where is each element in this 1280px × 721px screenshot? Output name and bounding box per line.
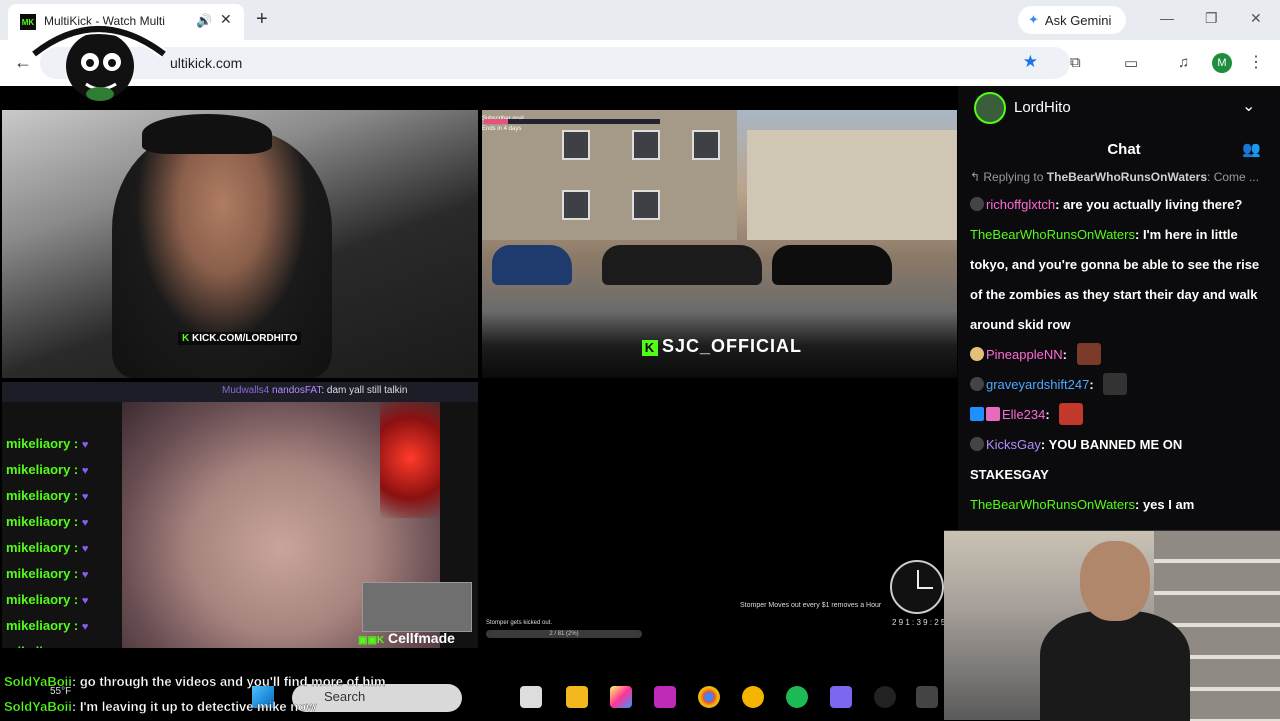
list-item: mikeliaory : ♥	[6, 592, 89, 607]
tab-strip: MK MultiKick - Watch Multi 🔊 ✕ + ✦ Ask G…	[0, 0, 1280, 40]
stream-tile-lordhito[interactable]: K KICK.COM/LORDHITO	[2, 110, 478, 378]
stomper-text: Stomper Moves out every $1 removes a Hou…	[740, 602, 882, 609]
list-item: mikeliaory : ♥	[6, 462, 89, 477]
list-item: mikeliaory : ♥	[6, 644, 88, 648]
user-badge-icon	[970, 407, 984, 421]
chat-message: richoffglxtch: are you actually living t…	[970, 190, 1270, 220]
person-body	[1040, 611, 1190, 721]
chat-panel: LordHito ⌄ Chat 👥 ↰ Replying to TheBearW…	[958, 86, 1280, 534]
user-badge-icon	[986, 407, 1000, 421]
close-window-icon[interactable]: ✕	[1250, 10, 1262, 27]
countdown-clock-icon	[890, 560, 944, 614]
overlay-message-bar: Mudwalls4 nandosFAT: dam yall still talk…	[2, 382, 478, 402]
kick-url-tag: K KICK.COM/LORDHITO	[178, 332, 302, 345]
user-badge-icon	[970, 437, 984, 451]
kicked-progress-bar: 2 / 81 (2%)	[486, 630, 642, 638]
channel-avatar	[974, 92, 1006, 124]
chat-message-continuation: around skid row	[970, 317, 1071, 332]
stream-tile-empty[interactable]: Stomper Moves out every $1 removes a Hou…	[482, 382, 957, 648]
bookmark-star-icon[interactable]: ★	[1023, 52, 1038, 72]
kebab-menu-icon[interactable]: ⋮	[1248, 52, 1264, 72]
user-badge-icon	[970, 377, 984, 391]
bottom-chat-overlay: SoldYaBoii: go through the videos and yo…	[0, 672, 900, 720]
list-item: mikeliaory : ♥	[6, 540, 89, 555]
mikeliaory-logo	[30, 24, 168, 101]
maximize-icon[interactable]: ❐	[1205, 10, 1218, 27]
parked-cars	[492, 225, 912, 285]
subscriber-goal-bar	[484, 119, 660, 124]
navigation-bar: ← ultikick.com ★ ⧉ ▭ ♫ M ⋮	[0, 40, 1280, 86]
chat-message: graveyardshift247:	[970, 370, 1270, 400]
extensions-icon[interactable]: ⧉	[1070, 54, 1081, 71]
user-badge-icon	[970, 347, 984, 361]
chat-title: Chat	[1107, 141, 1141, 158]
channel-header[interactable]: LordHito ⌄	[958, 86, 1280, 130]
emote-icon	[1103, 373, 1128, 395]
emote-icon	[1059, 403, 1084, 425]
media-control-icon[interactable]: ♫	[1178, 54, 1189, 71]
stream-tile-sjc[interactable]: Subscriber goal Ends in 4 days KSJC_OFFI…	[482, 110, 957, 378]
emote-icon	[1076, 343, 1101, 365]
kick-logo-icon: K	[642, 340, 658, 356]
webcam-overlay	[944, 530, 1280, 721]
stream-tile-cellfmade[interactable]: Mudwalls4 nandosFAT: dam yall still talk…	[2, 382, 478, 648]
chat-message: SoldYaBoii: I'm leaving it up to detecti…	[4, 699, 317, 714]
ask-gemini-button[interactable]: ✦ Ask Gemini	[1018, 6, 1126, 34]
chat-message: TheBearWhoRunsOnWaters: I'm here in litt…	[970, 227, 1238, 242]
person-face	[1080, 541, 1150, 621]
chat-message: Elle234:	[970, 400, 1270, 430]
channel-name: LordHito	[1014, 99, 1071, 116]
list-item: mikeliaory : ♥	[6, 514, 89, 529]
minimize-icon[interactable]: —	[1160, 10, 1174, 26]
list-item: mikeliaory : ♥	[6, 618, 89, 633]
chat-message-continuation: tokyo, and you're gonna be able to see t…	[970, 257, 1260, 272]
close-tab-icon[interactable]: ✕	[220, 11, 232, 28]
reply-indicator: ↰ Replying to TheBearWhoRunsOnWaters: Co…	[970, 170, 1260, 184]
chat-message-list: richoffglxtch: are you actually living t…	[970, 190, 1270, 520]
clock-countdown: 2 9 1 : 3 9 : 2 5	[892, 618, 946, 627]
chat-message: SoldYaBoii: go through the videos and yo…	[4, 674, 386, 689]
cap-shape	[142, 114, 272, 154]
pip-label: ▣▣K Cellfmade	[358, 630, 455, 646]
user-badge-icon	[970, 197, 984, 211]
chat-message: KicksGay: YOU BANNED ME ON	[970, 430, 1270, 460]
chevron-down-icon[interactable]: ⌄	[1242, 96, 1255, 116]
overlay-chat-list: mikeliaory : ♥ mikeliaory : ♥ mikeliaory…	[2, 404, 122, 648]
list-item: mikeliaory : ♥	[6, 566, 89, 581]
kicked-text: Stomper gets kicked out.	[486, 620, 553, 626]
users-icon[interactable]: 👥	[1242, 140, 1261, 158]
chat-message: TheBearWhoRunsOnWaters: yes I am	[970, 497, 1195, 512]
speaker-icon[interactable]: 🔊	[196, 13, 212, 29]
subscriber-goal-ends: Ends in 4 days	[482, 126, 522, 132]
chat-message-continuation: of the zombies as they start their day a…	[970, 287, 1258, 302]
chat-message-continuation: STAKESGAY	[970, 467, 1049, 482]
address-bar[interactable]: ultikick.com ★	[40, 47, 1070, 79]
streamer-name-overlay: K SJC_OFFICIAL	[642, 336, 802, 357]
building-right	[747, 130, 957, 240]
gemini-sparkle-icon: ✦	[1028, 12, 1039, 27]
picture-in-picture-video	[362, 582, 472, 632]
chat-message: PineappleNN:	[970, 340, 1270, 370]
ask-gemini-label: Ask Gemini	[1044, 12, 1112, 28]
new-tab-button[interactable]: +	[256, 8, 268, 31]
profile-avatar[interactable]: M	[1212, 53, 1232, 73]
list-item: mikeliaory : ♥	[6, 436, 89, 451]
cast-icon[interactable]: ▭	[1124, 54, 1138, 72]
app-icon[interactable]	[916, 686, 938, 708]
list-item: mikeliaory : ♥	[6, 488, 89, 503]
url-text: ultikick.com	[170, 55, 243, 71]
